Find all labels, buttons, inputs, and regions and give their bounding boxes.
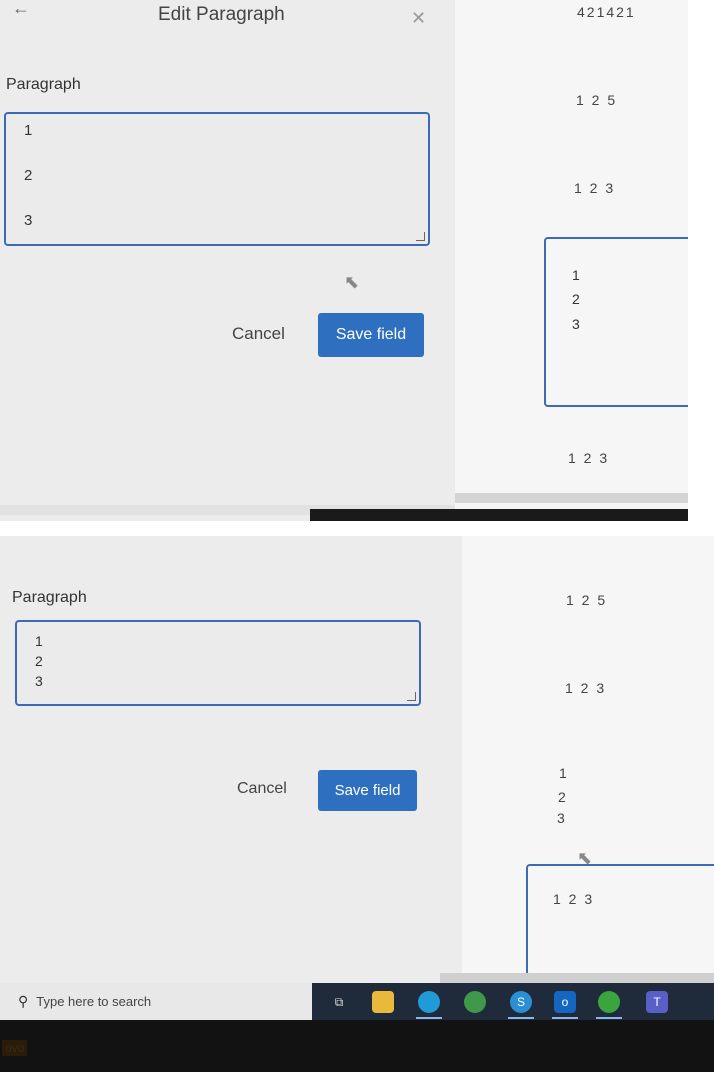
settings-active-indicator <box>596 1017 622 1019</box>
side-box-line-2: 2 <box>572 291 580 307</box>
side-line-1: 1 <box>559 765 569 781</box>
resize-handle-icon[interactable] <box>407 692 416 701</box>
horizontal-scrollbar-bottom[interactable] <box>440 973 714 983</box>
photo-gap <box>0 521 714 536</box>
windows-taskbar: ⚲ Type here to search ⧉ S o T <box>0 983 714 1020</box>
textarea-line-1: 1 <box>24 122 33 139</box>
side-panel-top: 421421 1 2 5 1 2 3 1 2 3 1 2 3 <box>455 0 688 521</box>
edge-active-indicator <box>416 1017 442 1019</box>
chrome-icon[interactable] <box>464 991 486 1013</box>
textarea-line-3: 3 <box>24 212 33 229</box>
edge-icon[interactable] <box>418 991 440 1013</box>
side-value-b-bottom: 1 2 3 <box>565 680 607 696</box>
file-explorer-icon[interactable] <box>372 991 394 1013</box>
textarea-line-2-bottom: 2 <box>35 653 43 669</box>
side-textarea-bottom[interactable]: 1 2 3 <box>526 864 714 976</box>
monitor-bezel <box>0 1020 714 1072</box>
save-field-button-bottom[interactable]: Save field <box>318 770 417 811</box>
paragraph-label: Paragraph <box>6 76 81 93</box>
side-textarea[interactable]: 1 2 3 <box>544 237 688 407</box>
resize-handle-icon[interactable] <box>416 232 425 241</box>
side-box-value: 1 2 3 <box>553 891 595 907</box>
outlook-active-indicator <box>552 1017 578 1019</box>
search-placeholder: Type here to search <box>36 994 152 1009</box>
side-line-3: 3 <box>557 810 567 826</box>
skype-active-indicator <box>508 1017 534 1019</box>
outlook-icon[interactable]: o <box>554 991 576 1013</box>
textarea-line-2: 2 <box>24 167 33 184</box>
taskbar-search-box[interactable]: ⚲ Type here to search <box>0 983 312 1020</box>
cancel-button-bottom[interactable]: Cancel <box>237 780 287 798</box>
side-value-top: 421421 <box>577 4 636 20</box>
side-box-line-3: 3 <box>572 316 580 332</box>
paragraph-label-bottom: Paragraph <box>12 589 87 606</box>
side-value-a-bottom: 1 2 5 <box>566 592 608 608</box>
cancel-button[interactable]: Cancel <box>232 324 285 344</box>
side-panel-bottom: 1 2 5 1 2 3 1 2 3 ⬉ 1 2 3 <box>462 536 714 983</box>
skype-icon[interactable]: S <box>510 991 532 1013</box>
paragraph-textarea[interactable]: 1 2 3 <box>4 112 430 246</box>
task-view-icon[interactable]: ⧉ <box>328 991 350 1013</box>
teams-icon[interactable]: T <box>646 991 668 1013</box>
close-icon[interactable]: ✕ <box>411 8 426 29</box>
screenshot-photo-top: ← Edit Paragraph ✕ Paragraph 1 2 3 ⬉ Can… <box>0 0 688 521</box>
arrow-left-icon[interactable]: ← <box>12 0 30 19</box>
side-value-a: 1 2 5 <box>576 92 618 108</box>
modal-title: Edit Paragraph <box>158 4 285 25</box>
edit-paragraph-modal-bottom: Paragraph 1 2 3 Cancel Save field <box>0 536 462 983</box>
edit-paragraph-modal: ← Edit Paragraph ✕ Paragraph 1 2 3 ⬉ Can… <box>0 0 455 521</box>
side-box-line-1: 1 <box>572 267 580 283</box>
textarea-line-1-bottom: 1 <box>35 633 43 649</box>
textarea-line-3-bottom: 3 <box>35 673 43 689</box>
mouse-cursor-icon: ⬉ <box>344 272 360 292</box>
side-line-2: 2 <box>558 789 568 805</box>
monitor-brand-label: ovo <box>2 1040 28 1056</box>
paragraph-textarea-bottom[interactable]: 1 2 3 <box>15 620 421 706</box>
search-icon: ⚲ <box>18 993 29 1009</box>
side-scrollbar[interactable] <box>455 493 688 503</box>
side-value-c: 1 2 3 <box>568 450 610 466</box>
taskbar-peek <box>310 509 688 521</box>
save-field-button[interactable]: Save field <box>318 313 424 357</box>
side-value-b: 1 2 3 <box>574 180 616 196</box>
settings-icon[interactable] <box>598 991 620 1013</box>
